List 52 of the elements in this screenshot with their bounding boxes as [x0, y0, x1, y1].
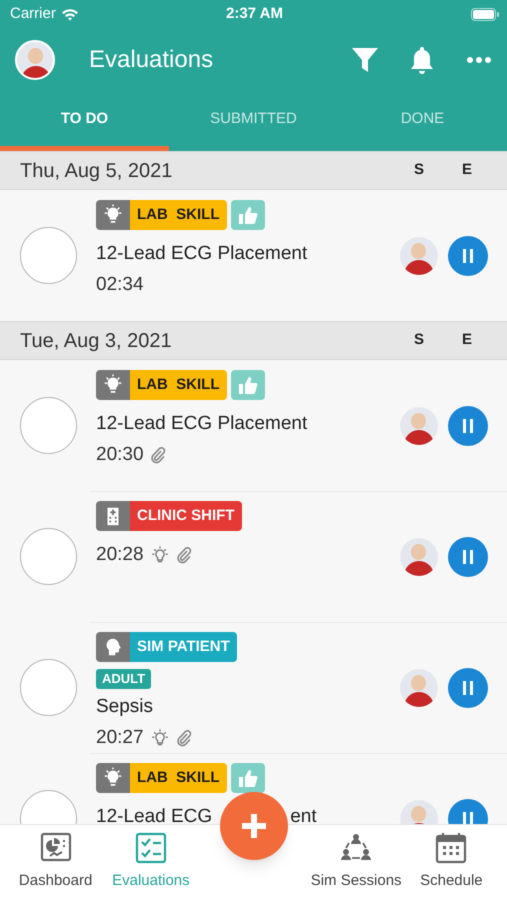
column-label: S: [412, 160, 425, 180]
date-label: Thu, Aug 5, 2021: [20, 158, 174, 184]
status-time: 2:37 AM: [226, 4, 283, 24]
plus-icon: [240, 812, 268, 840]
evaluation-title: 12-Lead ECG Placement: [96, 412, 308, 436]
subtype-tag: ADULT: [96, 669, 152, 689]
column-label: S: [412, 330, 425, 350]
nav-tab[interactable]: Dashboard: [8, 825, 104, 900]
avatar[interactable]: [15, 40, 55, 80]
evaluation-title: Sepsis: [96, 695, 154, 719]
pause-button[interactable]: [448, 668, 488, 708]
screen-title: Evaluations: [89, 45, 214, 75]
wifi-icon: [60, 8, 79, 20]
time-label: 20:28: [96, 543, 144, 567]
pause-icon: [463, 680, 473, 694]
checklist-icon: [134, 832, 167, 864]
time-label: 02:34: [96, 272, 144, 296]
avatar[interactable]: [400, 406, 438, 444]
avatar[interactable]: [400, 668, 438, 706]
carrier-label: Carrier: [10, 4, 56, 24]
avatar[interactable]: [400, 538, 438, 576]
date-label: Tue, Aug 3, 2021: [20, 328, 173, 354]
calendar-icon: [435, 832, 468, 864]
pause-button[interactable]: [448, 536, 488, 576]
evaluation-title: 12-Lead ECG Placement: [96, 242, 308, 266]
thumbs-up-icon: [238, 375, 258, 395]
pause-icon: [463, 248, 473, 262]
evaluation-title: 12-Lead ECG: [96, 805, 212, 824]
lightbulb-icon: [102, 374, 124, 396]
thumbs-up-icon: [238, 205, 258, 225]
pause-icon: [463, 418, 473, 432]
nav-tab[interactable]: Sim Sessions: [308, 825, 404, 900]
more-icon[interactable]: [466, 56, 492, 64]
battery-icon: [471, 8, 499, 20]
bell-icon[interactable]: [408, 45, 436, 75]
lightbulb-icon: [102, 767, 124, 789]
avatar[interactable]: [400, 236, 438, 274]
lightbulb-icon: [102, 204, 124, 226]
evaluation-title: ent: [290, 805, 317, 824]
pause-icon: [463, 550, 473, 564]
column-label: E: [460, 330, 473, 350]
nav-tab[interactable]: Evaluations: [103, 825, 198, 900]
tab[interactable]: DONE: [338, 92, 507, 151]
pause-button[interactable]: [448, 236, 488, 276]
column-label: E: [460, 160, 473, 180]
thumbs-up-icon: [238, 768, 258, 788]
tab[interactable]: SUBMITTED: [169, 92, 338, 151]
pause-button[interactable]: [448, 406, 488, 446]
nav-tab[interactable]: Schedule: [404, 825, 499, 900]
filter-icon[interactable]: [350, 45, 380, 75]
time-label: 20:27: [96, 726, 144, 750]
time-label: 20:30: [96, 442, 144, 466]
